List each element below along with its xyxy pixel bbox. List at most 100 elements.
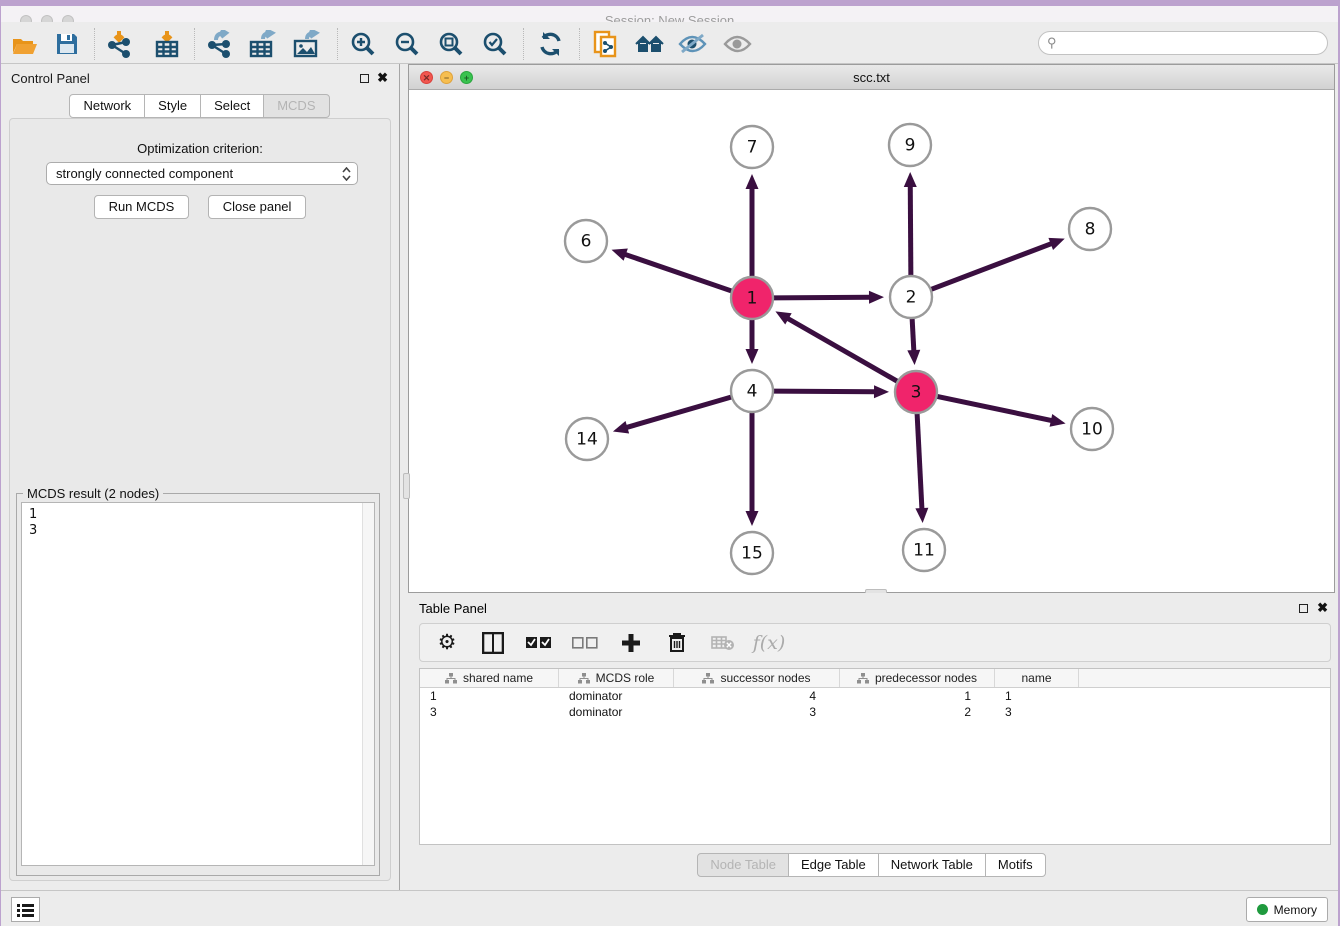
table-row[interactable]: 3dominator323 xyxy=(420,704,1330,720)
open-session-icon[interactable] xyxy=(9,29,41,59)
edge-arrowhead xyxy=(904,172,917,187)
delete-column-icon[interactable] xyxy=(664,630,690,656)
cell-successor-nodes[interactable]: 4 xyxy=(674,688,840,704)
import-table-icon[interactable] xyxy=(151,29,183,59)
column-header-shared-name[interactable]: shared name xyxy=(420,669,559,687)
add-column-icon[interactable] xyxy=(618,630,644,656)
refresh-icon[interactable] xyxy=(535,29,567,59)
edge-4-to-3[interactable] xyxy=(773,391,876,392)
node-label-8: 8 xyxy=(1085,220,1096,240)
zoom-fit-icon[interactable] xyxy=(435,29,467,59)
table-panel: Table Panel ✖ ⚙ f(x) shared nameMCDS rol… xyxy=(403,593,1340,890)
network-view-window: ✕ − + scc.txt 7968124314101511 xyxy=(408,64,1335,593)
cell-successor-nodes[interactable]: 3 xyxy=(674,704,840,720)
new-network-from-selection-icon[interactable] xyxy=(590,29,622,59)
memory-status-icon xyxy=(1257,904,1268,915)
edge-3-to-11[interactable] xyxy=(917,413,922,510)
select-all-icon[interactable] xyxy=(526,630,552,656)
tab-motifs[interactable]: Motifs xyxy=(985,853,1046,877)
result-scrollbar[interactable] xyxy=(362,503,374,865)
zoom-out-icon[interactable] xyxy=(391,29,423,59)
column-header-MCDS-role[interactable]: MCDS role xyxy=(559,669,674,687)
network-window-titlebar[interactable]: ✕ − + scc.txt xyxy=(409,65,1334,90)
table-header-row: shared name MCDS role successor nodes prede… xyxy=(420,669,1330,688)
export-table-icon[interactable] xyxy=(247,29,279,59)
table-row[interactable]: 1dominator411 xyxy=(420,688,1330,704)
search-input[interactable] xyxy=(1061,36,1327,50)
column-selector-icon[interactable] xyxy=(480,630,506,656)
column-label: successor nodes xyxy=(720,671,810,685)
main-toolbar: ⚲ xyxy=(1,22,1338,64)
edge-3-to-10[interactable] xyxy=(937,396,1053,420)
show-all-icon[interactable] xyxy=(634,29,666,59)
table-settings-icon[interactable]: ⚙ xyxy=(434,630,460,656)
edge-3-to-1[interactable] xyxy=(787,318,898,382)
deselect-all-icon[interactable] xyxy=(572,630,598,656)
cell-name[interactable]: 3 xyxy=(995,704,1079,720)
column-type-icon xyxy=(857,673,869,684)
tab-node-table[interactable]: Node Table xyxy=(697,853,789,877)
delete-table-icon[interactable] xyxy=(710,630,736,656)
column-header-name[interactable]: name xyxy=(995,669,1079,687)
edge-arrowhead xyxy=(746,349,759,364)
memory-button[interactable]: Memory xyxy=(1246,897,1328,922)
optimization-criterion-select[interactable]: strongly connected component xyxy=(46,162,358,185)
column-type-icon xyxy=(445,673,457,684)
search-icon: ⚲ xyxy=(1047,35,1057,51)
memory-label: Memory xyxy=(1274,903,1317,917)
column-header-predecessor-nodes[interactable]: predecessor nodes xyxy=(840,669,995,687)
float-panel-icon[interactable] xyxy=(360,74,369,83)
tab-network[interactable]: Network xyxy=(69,94,145,118)
export-network-icon[interactable] xyxy=(203,29,235,59)
run-mcds-button[interactable]: Run MCDS xyxy=(94,195,190,219)
cell-predecessor-nodes[interactable]: 2 xyxy=(840,704,995,720)
import-network-icon[interactable] xyxy=(103,29,135,59)
hide-selected-icon[interactable] xyxy=(677,29,709,59)
cell-name[interactable]: 1 xyxy=(995,688,1079,704)
edge-1-to-2[interactable] xyxy=(773,297,871,298)
table-close-icon[interactable]: ✖ xyxy=(1317,601,1328,615)
node-table: shared name MCDS role successor nodes prede… xyxy=(419,668,1331,845)
zoom-selected-icon[interactable] xyxy=(479,29,511,59)
edge-2-to-8[interactable] xyxy=(931,243,1053,289)
column-label: name xyxy=(1021,671,1051,685)
result-line: 1 xyxy=(29,507,374,523)
toolbar-separator xyxy=(523,28,524,60)
column-header-successor-nodes[interactable]: successor nodes xyxy=(674,669,840,687)
cell-MCDS-role[interactable]: dominator xyxy=(559,704,674,720)
cell-MCDS-role[interactable]: dominator xyxy=(559,688,674,704)
select-stepper-icon xyxy=(339,167,357,181)
cell-shared-name[interactable]: 1 xyxy=(420,688,559,704)
search-box[interactable]: ⚲ xyxy=(1038,31,1328,55)
splitter-grip-vertical[interactable] xyxy=(403,473,410,499)
tab-network-table[interactable]: Network Table xyxy=(878,853,986,877)
save-session-icon[interactable] xyxy=(51,29,83,59)
show-hidden-icon[interactable] xyxy=(722,29,754,59)
table-panel-tabs: Node TableEdge TableNetwork TableMotifs xyxy=(403,853,1340,877)
tab-mcds[interactable]: MCDS xyxy=(263,94,329,118)
zoom-in-icon[interactable] xyxy=(347,29,379,59)
edge-2-to-3[interactable] xyxy=(912,318,914,352)
mcds-result-textarea[interactable]: 13 xyxy=(21,502,375,866)
close-panel-icon[interactable]: ✖ xyxy=(377,71,388,85)
column-label: shared name xyxy=(463,671,533,685)
close-panel-button[interactable]: Close panel xyxy=(208,195,307,219)
network-canvas[interactable]: 7968124314101511 xyxy=(409,90,1334,592)
node-label-4: 4 xyxy=(747,382,758,402)
node-label-7: 7 xyxy=(747,138,758,158)
export-image-icon[interactable] xyxy=(291,29,323,59)
application-window: Session: New Session xyxy=(0,0,1340,926)
toolbar-separator xyxy=(337,28,338,60)
tab-edge-table[interactable]: Edge Table xyxy=(788,853,879,877)
tab-select[interactable]: Select xyxy=(200,94,264,118)
cell-shared-name[interactable]: 3 xyxy=(420,704,559,720)
table-float-icon[interactable] xyxy=(1299,604,1308,613)
edge-1-to-6[interactable] xyxy=(624,254,732,291)
edge-4-to-14[interactable] xyxy=(625,397,731,428)
network-graph[interactable]: 7968124314101511 xyxy=(409,90,1334,592)
function-builder-icon[interactable]: f(x) xyxy=(756,630,782,656)
tab-style[interactable]: Style xyxy=(144,94,201,118)
edge-2-to-9[interactable] xyxy=(910,185,911,276)
task-history-button[interactable] xyxy=(11,897,40,922)
cell-predecessor-nodes[interactable]: 1 xyxy=(840,688,995,704)
